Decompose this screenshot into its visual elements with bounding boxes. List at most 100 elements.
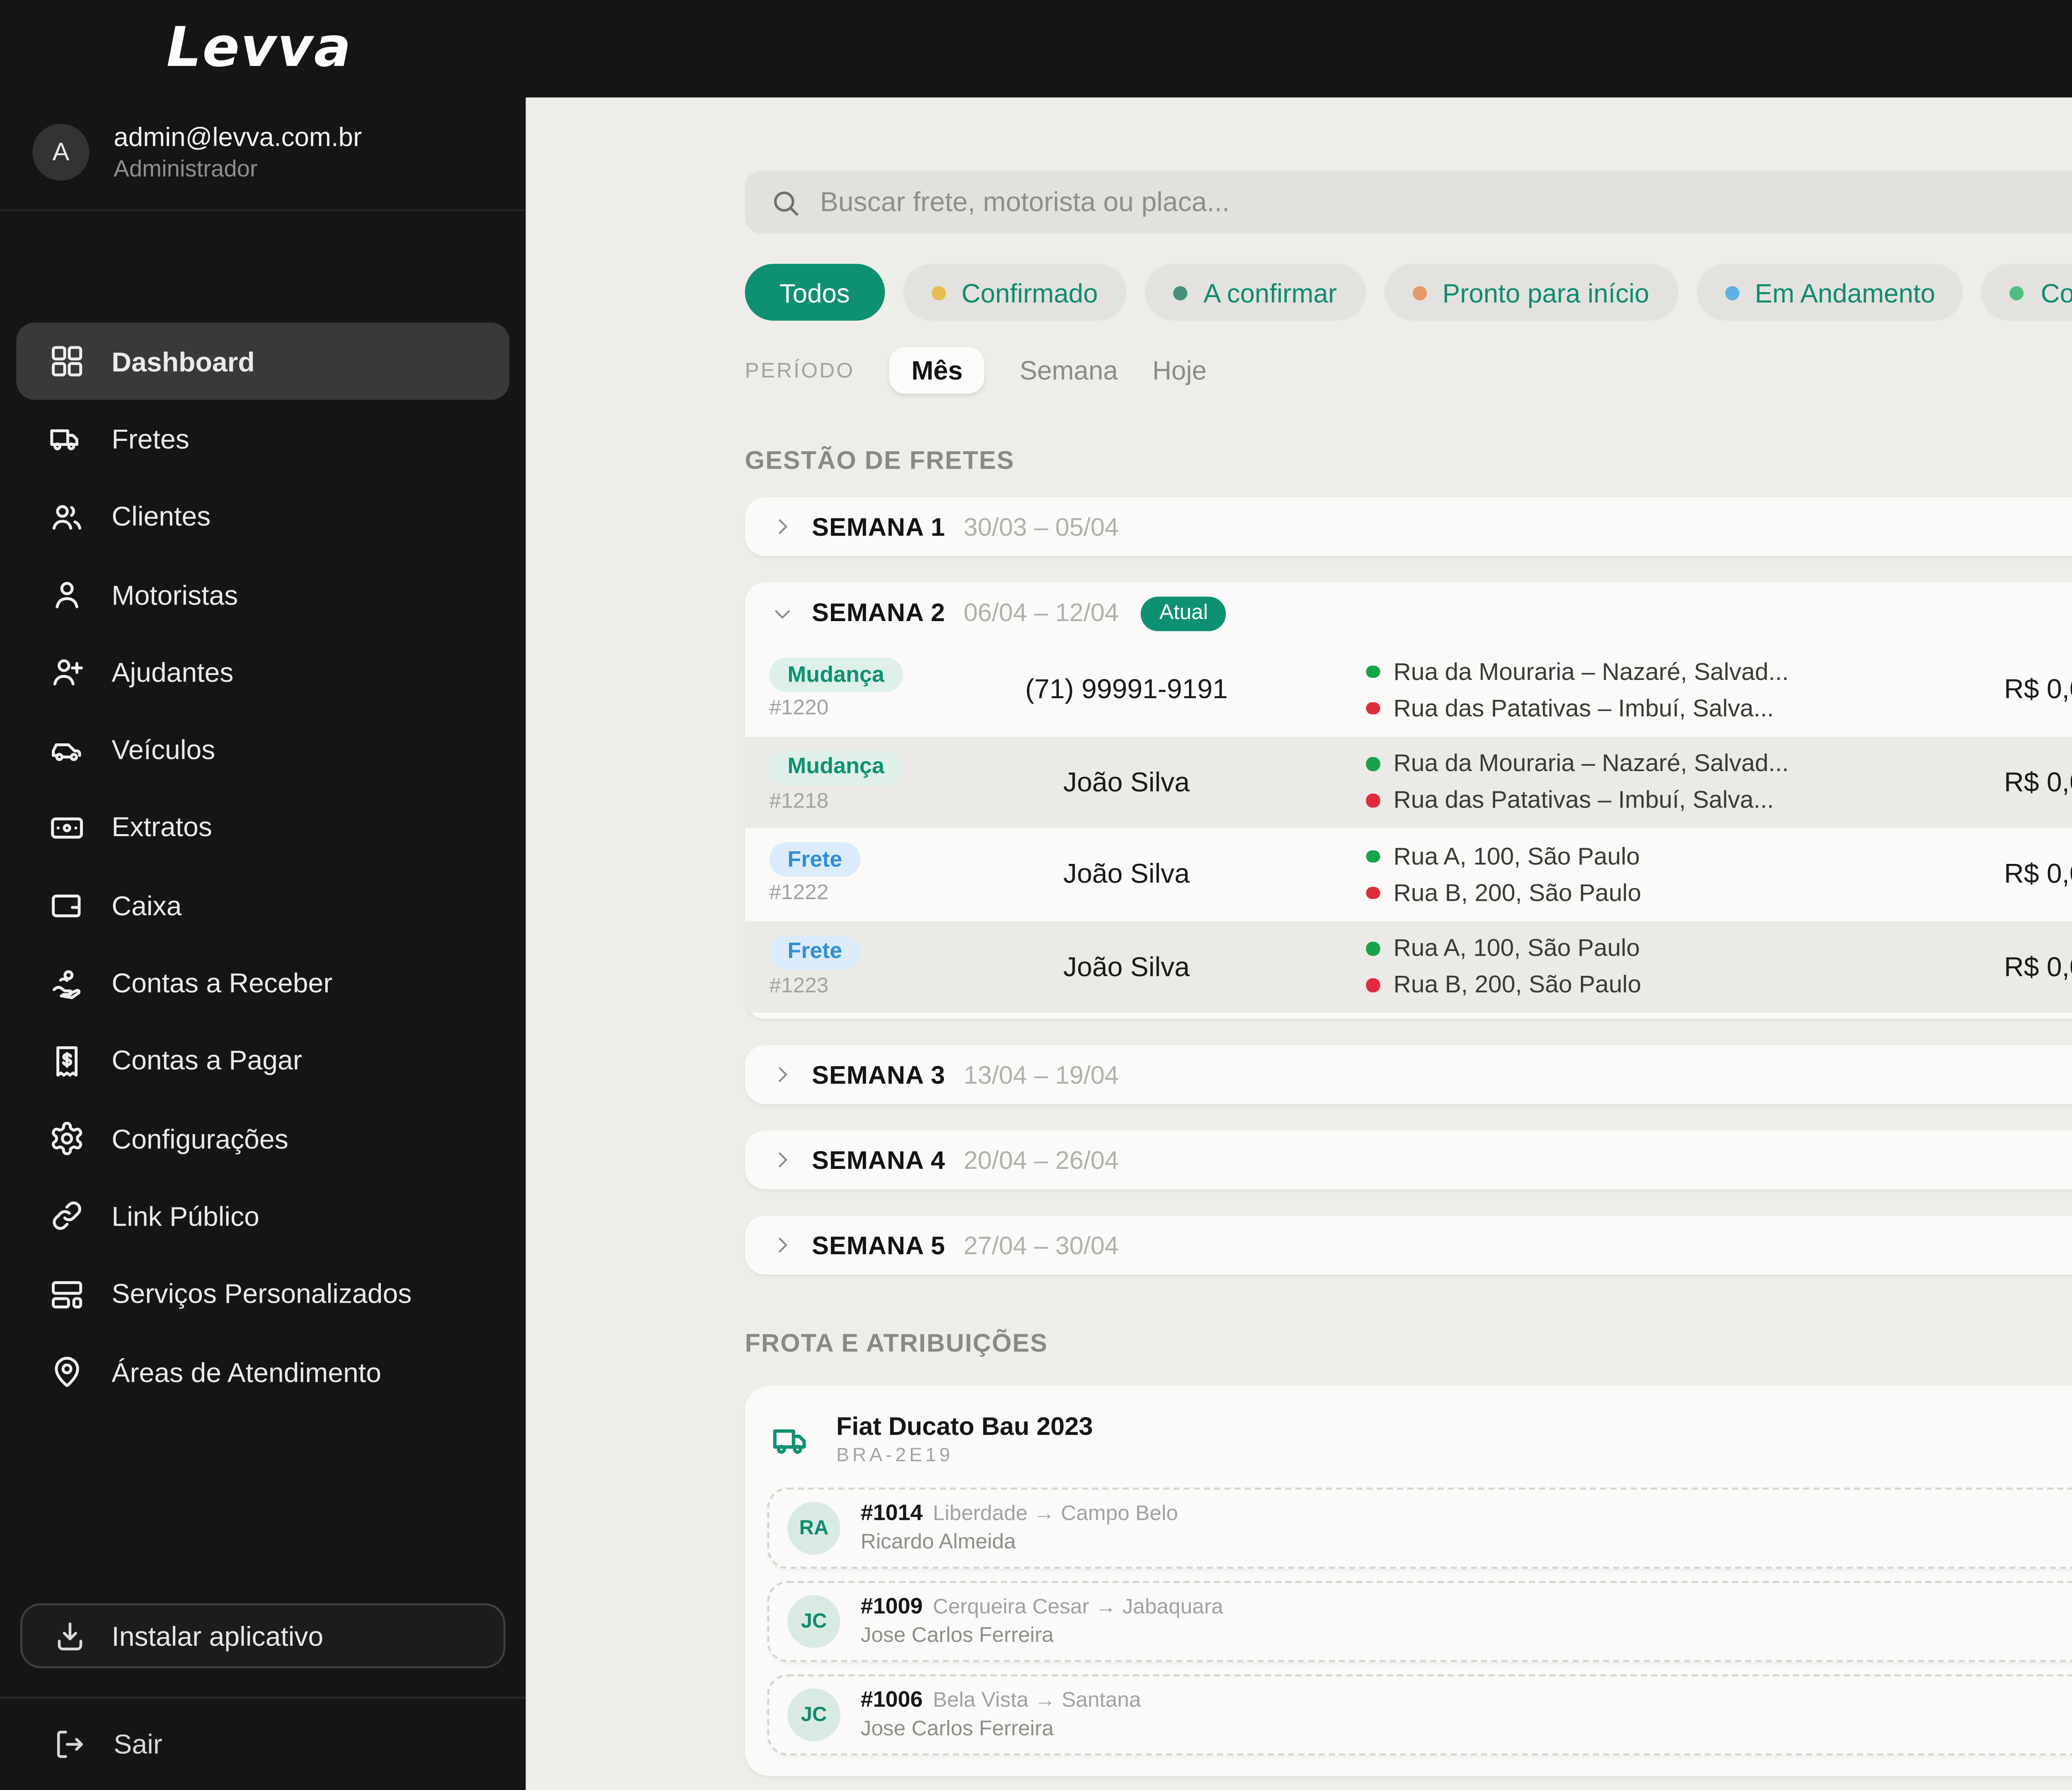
user-profile[interactable]: A admin@levva.com.br Administrador xyxy=(0,97,526,211)
avatar: A xyxy=(32,123,90,181)
freight-section-title: GESTÃO DE FRETES xyxy=(745,445,1015,474)
sidebar: A admin@levva.com.br Administrador Dashb… xyxy=(0,97,526,1790)
users-icon xyxy=(49,499,85,535)
freight-price: R$ 0,00 xyxy=(2004,859,2072,890)
avatar: RA xyxy=(787,1502,840,1555)
filter-chip-a-confirmar[interactable]: A confirmar xyxy=(1144,264,1365,321)
sidebar-item-contas-a-receber[interactable]: Contas a Receber xyxy=(16,944,509,1022)
assignment-person: Ricardo Almeida xyxy=(860,1530,1016,1555)
week-card-semana-3: SEMANA 3 13/04 – 19/04 0 xyxy=(745,1045,2072,1104)
sidebar-item-veiculos[interactable]: Veículos xyxy=(16,711,509,789)
sidebar-item-label: Veículos xyxy=(111,735,215,766)
week-header-semana-2[interactable]: SEMANA 2 06/04 – 12/04 Atual 4 xyxy=(745,583,2072,643)
grid-icon xyxy=(49,343,85,380)
user-role: Administrador xyxy=(114,158,258,183)
top-bar: Levva xyxy=(0,0,2072,98)
truck-icon xyxy=(49,421,85,457)
sidebar-item-label: Link Público xyxy=(111,1201,259,1232)
period-option-mes[interactable]: Mês xyxy=(889,347,985,394)
sidebar-item-ajudantes[interactable]: Ajudantes xyxy=(16,634,509,711)
assignment-list: RA #1014 Liberdade → Campo Belo Ricardo A… xyxy=(767,1488,2072,1756)
week-header-semana-1[interactable]: SEMANA 1 30/03 – 05/04 5 xyxy=(745,497,2072,556)
map-pin-icon xyxy=(49,1354,85,1390)
week-card-semana-5: SEMANA 5 27/04 – 30/04 0 xyxy=(745,1215,2072,1275)
assignment-row[interactable]: JC #1009 Cerqueira Cesar → Jabaquara Jose… xyxy=(767,1581,2072,1662)
chevron-right-icon xyxy=(771,1234,794,1256)
assignment-id: #1006 xyxy=(860,1688,923,1713)
week-header-semana-4[interactable]: SEMANA 4 20/04 – 26/04 0 xyxy=(745,1130,2072,1189)
week-range: 13/04 – 19/04 xyxy=(963,1060,1119,1089)
freight-row[interactable]: Frete #1223 João Silva Rua A, 100, São P… xyxy=(745,920,2072,1013)
sidebar-item-label: Serviços Personalizados xyxy=(111,1279,412,1310)
sidebar-item-areas-de-atendimento[interactable]: Áreas de Atendimento xyxy=(16,1333,509,1411)
brand-logo: Levva xyxy=(166,17,352,80)
sidebar-item-clientes[interactable]: Clientes xyxy=(16,478,509,556)
sidebar-item-label: Fretes xyxy=(111,424,189,455)
week-range: 27/04 – 30/04 xyxy=(963,1231,1119,1260)
sidebar-item-extratos[interactable]: Extratos xyxy=(16,789,509,867)
search-input[interactable] xyxy=(820,186,2072,218)
freight-type-badge: Mudança xyxy=(769,658,903,693)
freight-type-badge: Frete xyxy=(769,935,861,970)
status-dot xyxy=(1412,285,1426,300)
sidebar-item-fretes[interactable]: Fretes xyxy=(16,400,509,478)
assignment-route: Liberdade → Campo Belo xyxy=(933,1502,1178,1526)
freight-section-header: GESTÃO DE FRETES 9 resultados xyxy=(745,445,2072,475)
dropoff-dot xyxy=(1366,793,1380,807)
freight-id: #1220 xyxy=(769,697,829,721)
logout-button[interactable]: Sair xyxy=(20,1713,506,1774)
week-range: 30/03 – 05/04 xyxy=(963,512,1119,541)
freight-row[interactable]: Frete #1222 João Silva Rua A, 100, São P… xyxy=(745,828,2072,920)
pickup-dot xyxy=(1366,941,1380,955)
sidebar-item-link-publico[interactable]: Link Público xyxy=(16,1178,509,1255)
freight-row[interactable]: Mudança #1220 (71) 99991-9191 Rua da Mou… xyxy=(745,643,2072,736)
filter-chip-pronto-para-inicio[interactable]: Pronto para início xyxy=(1383,264,1678,321)
user-icon xyxy=(49,576,85,613)
assignment-row[interactable]: RA #1014 Liberdade → Campo Belo Ricardo A… xyxy=(767,1488,2072,1569)
app-window: Levva A admin@levva.com.br Administrador… xyxy=(0,0,2072,1790)
freight-price: R$ 0,00 xyxy=(2004,767,2072,797)
pickup-dot xyxy=(1366,849,1380,863)
assignment-person: Jose Carlos Ferreira xyxy=(860,1717,1054,1742)
pickup-address: Rua A, 100, São Paulo xyxy=(1393,934,1640,963)
vehicle-name: Fiat Ducato Bau 2023 xyxy=(836,1412,1093,1441)
sidebar-item-label: Configurações xyxy=(111,1123,288,1154)
status-dot xyxy=(931,285,945,300)
week-card-semana-2: SEMANA 2 06/04 – 12/04 Atual 4 Mudança #… xyxy=(745,582,2072,1019)
sidebar-item-servicos-personalizados[interactable]: Serviços Personalizados xyxy=(16,1255,509,1333)
van-icon xyxy=(49,732,85,768)
sidebar-item-label: Extratos xyxy=(111,813,212,843)
chevron-right-icon xyxy=(771,1064,794,1086)
sidebar-item-motoristas[interactable]: Motoristas xyxy=(16,556,509,634)
hand-coins-icon xyxy=(49,965,85,1001)
sidebar-item-dashboard[interactable]: Dashboard xyxy=(16,322,510,401)
layout-rows-icon xyxy=(49,1276,85,1312)
filter-chip-em-andamento[interactable]: Em Andamento xyxy=(1696,264,1964,321)
filter-chip-concluido[interactable]: Concluído xyxy=(1982,264,2072,321)
dropoff-dot xyxy=(1366,978,1380,992)
sidebar-divider xyxy=(0,1696,526,1699)
assignment-row[interactable]: JC #1006 Bela Vista → Santana Jose Carlos… xyxy=(767,1674,2072,1756)
chevron-right-icon xyxy=(771,515,794,538)
pickup-address: Rua da Mouraria – Nazaré, Salvad... xyxy=(1393,749,1789,778)
week-header-semana-5[interactable]: SEMANA 5 27/04 – 30/04 0 xyxy=(745,1216,2072,1275)
sidebar-item-contas-a-pagar[interactable]: Contas a Pagar xyxy=(16,1022,509,1100)
install-app-button[interactable]: Instalar aplicativo xyxy=(20,1603,506,1669)
sidebar-item-caixa[interactable]: Caixa xyxy=(16,867,509,945)
freight-row[interactable]: Mudança #1218 João Silva Rua da Mouraria… xyxy=(745,735,2072,828)
week-header-semana-3[interactable]: SEMANA 3 13/04 – 19/04 0 xyxy=(745,1045,2072,1104)
sidebar-item-label: Dashboard xyxy=(111,346,255,377)
week-card-semana-1: SEMANA 1 30/03 – 05/04 5 xyxy=(745,497,2072,556)
period-selector: PERÍODO Mês Semana Hoje xyxy=(745,347,2072,394)
filter-chip-todos[interactable]: Todos xyxy=(745,264,885,321)
period-option-hoje[interactable]: Hoje xyxy=(1152,355,1207,385)
period-option-semana[interactable]: Semana xyxy=(1019,355,1118,385)
receipt-icon xyxy=(49,1043,85,1079)
freight-contact: João Silva xyxy=(1063,951,1190,982)
vehicle-header[interactable]: Fiat Ducato Bau 2023 BRA-2E19 3 xyxy=(767,1404,2072,1483)
sidebar-item-configuracoes[interactable]: Configurações xyxy=(16,1100,509,1178)
search-icon xyxy=(769,186,801,218)
search-bar xyxy=(745,170,2072,234)
filter-chip-confirmado[interactable]: Confirmado xyxy=(903,264,1126,321)
chevron-right-icon xyxy=(771,1149,794,1171)
